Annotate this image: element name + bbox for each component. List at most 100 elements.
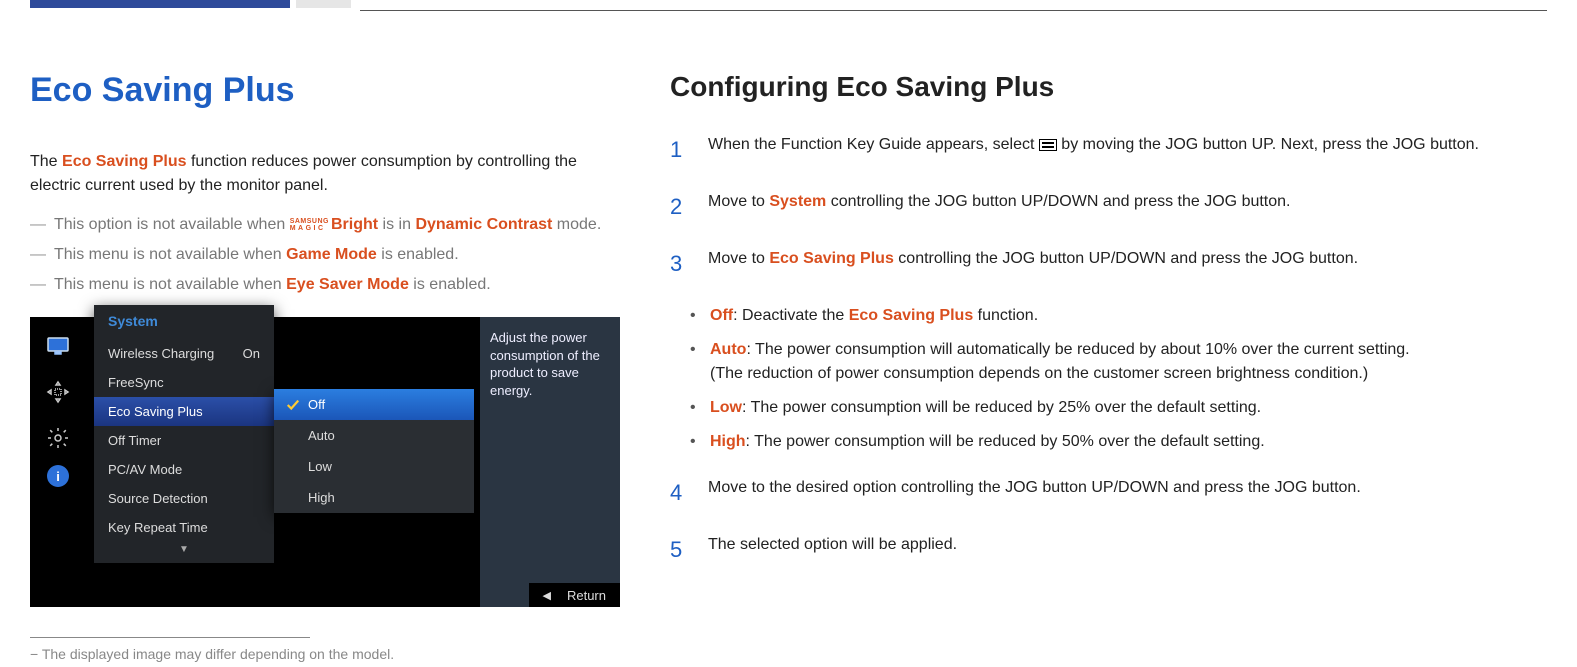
note-2: This menu is not available when Game Mod… [30, 243, 620, 267]
step-4: 4 Move to the desired option controlling… [670, 476, 1547, 509]
submenu-label: Off [308, 397, 325, 412]
menu-item-label: Wireless Charging [108, 346, 214, 361]
check-placeholder [286, 460, 300, 474]
chevron-down-icon[interactable]: ▼ [94, 542, 274, 557]
header-divider [360, 10, 1547, 11]
monitor-icon[interactable] [39, 327, 77, 365]
note1-mid: is in [378, 216, 415, 233]
section-title: Configuring Eco Saving Plus [670, 71, 1547, 103]
note1-bright: Bright [331, 216, 378, 233]
intro-emph: Eco Saving Plus [62, 153, 186, 170]
footnote-separator [30, 637, 310, 638]
menu-item-label: Eco Saving Plus [108, 404, 203, 419]
submenu-item-off[interactable]: Off [274, 389, 474, 420]
option-desc: : The power consumption will be reduced … [746, 433, 1265, 450]
top-bar-segment-blue [30, 0, 290, 8]
step-text: Move to the desired option controlling t… [708, 476, 1547, 509]
step-text-pre: Move to [708, 250, 769, 267]
menu-icon [1039, 139, 1057, 151]
menu-item-source-detection[interactable]: Source Detection [94, 484, 274, 513]
check-icon [286, 398, 300, 412]
submenu-item-auto[interactable]: Auto [274, 420, 474, 451]
option-subdesc: (The reduction of power consumption depe… [710, 362, 1547, 386]
osd-menu: System Wireless Charging On FreeSync Eco… [94, 305, 274, 563]
menu-item-off-timer[interactable]: Off Timer [94, 426, 274, 455]
step-3: 3 Move to Eco Saving Plus controlling th… [670, 247, 1547, 280]
step-text-pre: Move to [708, 193, 769, 210]
submenu-item-low[interactable]: Low [274, 451, 474, 482]
note-1: This option is not available when SAMSUN… [30, 213, 620, 237]
menu-item-eco-saving-plus[interactable]: Eco Saving Plus [94, 397, 274, 426]
top-bar-segment-gray [296, 0, 351, 8]
step-number: 1 [670, 133, 686, 166]
option-emph2: Eco Saving Plus [849, 307, 973, 324]
option-desc: : The power consumption will automatical… [746, 341, 1409, 358]
step-text-emph: System [769, 193, 826, 210]
note1-mode: Dynamic Contrast [415, 216, 552, 233]
step-number: 2 [670, 190, 686, 223]
footnote-text: The displayed image may differ depending… [30, 646, 620, 662]
menu-item-pc-av-mode[interactable]: PC/AV Mode [94, 455, 274, 484]
osd-help-text: Adjust the power consumption of the prod… [480, 317, 620, 607]
osd-footer: ◀ Return [529, 583, 621, 607]
note3-post: is enabled. [409, 276, 491, 293]
menu-item-label: Key Repeat Time [108, 520, 208, 535]
note2-post: is enabled. [377, 246, 459, 263]
submenu-label: High [308, 490, 335, 505]
option-auto: Auto: The power consumption will automat… [710, 338, 1547, 386]
menu-item-label: Off Timer [108, 433, 161, 448]
step-5: 5 The selected option will be applied. [670, 533, 1547, 566]
osd-menu-header: System [94, 305, 274, 339]
samsung-magic-logo: SAMSUNGMAGIC [290, 218, 329, 232]
menu-item-freesync[interactable]: FreeSync [94, 368, 274, 397]
option-name: Auto [710, 341, 746, 358]
option-name: High [710, 433, 746, 450]
menu-item-key-repeat-time[interactable]: Key Repeat Time [94, 513, 274, 542]
step-number: 3 [670, 247, 686, 280]
osd-panel: i System Wireless Charging On FreeSync E… [30, 317, 620, 607]
page-top-bar [30, 0, 1547, 8]
menu-item-wireless-charging[interactable]: Wireless Charging On [94, 339, 274, 368]
menu-item-label: FreeSync [108, 375, 164, 390]
intro-pre: The [30, 153, 62, 170]
intro-paragraph: The Eco Saving Plus function reduces pow… [30, 150, 620, 198]
option-desc: : Deactivate the [733, 307, 849, 324]
step-text-post: controlling the JOG button UP/DOWN and p… [894, 250, 1358, 267]
osd-return-label[interactable]: Return [567, 588, 606, 603]
check-placeholder [286, 491, 300, 505]
option-name: Off [710, 307, 733, 324]
step-text: The selected option will be applied. [708, 533, 1547, 566]
osd-submenu: Off Auto Low High [274, 389, 474, 513]
step-number: 4 [670, 476, 686, 509]
page-title: Eco Saving Plus [30, 71, 620, 110]
move-icon[interactable] [39, 373, 77, 411]
step-text-post: by moving the JOG button UP. Next, press… [1057, 136, 1479, 153]
step-text-emph: Eco Saving Plus [769, 250, 893, 267]
note2-emph: Game Mode [286, 246, 377, 263]
note2-pre: This menu is not available when [54, 246, 286, 263]
step-text-pre: When the Function Key Guide appears, sel… [708, 136, 1039, 153]
submenu-item-high[interactable]: High [274, 482, 474, 513]
note1-post: mode. [552, 216, 601, 233]
step-text-post: controlling the JOG button UP/DOWN and p… [826, 193, 1290, 210]
info-icon[interactable]: i [47, 465, 69, 487]
note1-pre: This option is not available when [54, 216, 290, 233]
option-desc: : The power consumption will be reduced … [742, 399, 1261, 416]
submenu-label: Auto [308, 428, 335, 443]
note3-pre: This menu is not available when [54, 276, 286, 293]
step-2: 2 Move to System controlling the JOG but… [670, 190, 1547, 223]
option-desc2: function. [973, 307, 1038, 324]
option-low: Low: The power consumption will be reduc… [710, 396, 1547, 420]
note3-emph: Eye Saver Mode [286, 276, 409, 293]
option-high: High: The power consumption will be redu… [710, 430, 1547, 454]
step-1: 1 When the Function Key Guide appears, s… [670, 133, 1547, 166]
gear-icon[interactable] [39, 419, 77, 457]
arrow-left-icon[interactable]: ◀ [543, 589, 551, 602]
osd-sidebar: i [30, 317, 86, 607]
menu-item-label: PC/AV Mode [108, 462, 182, 477]
option-name: Low [710, 399, 742, 416]
submenu-label: Low [308, 459, 332, 474]
menu-item-label: Source Detection [108, 491, 208, 506]
option-off: Off: Deactivate the Eco Saving Plus func… [710, 304, 1547, 328]
menu-item-value: On [243, 346, 260, 361]
